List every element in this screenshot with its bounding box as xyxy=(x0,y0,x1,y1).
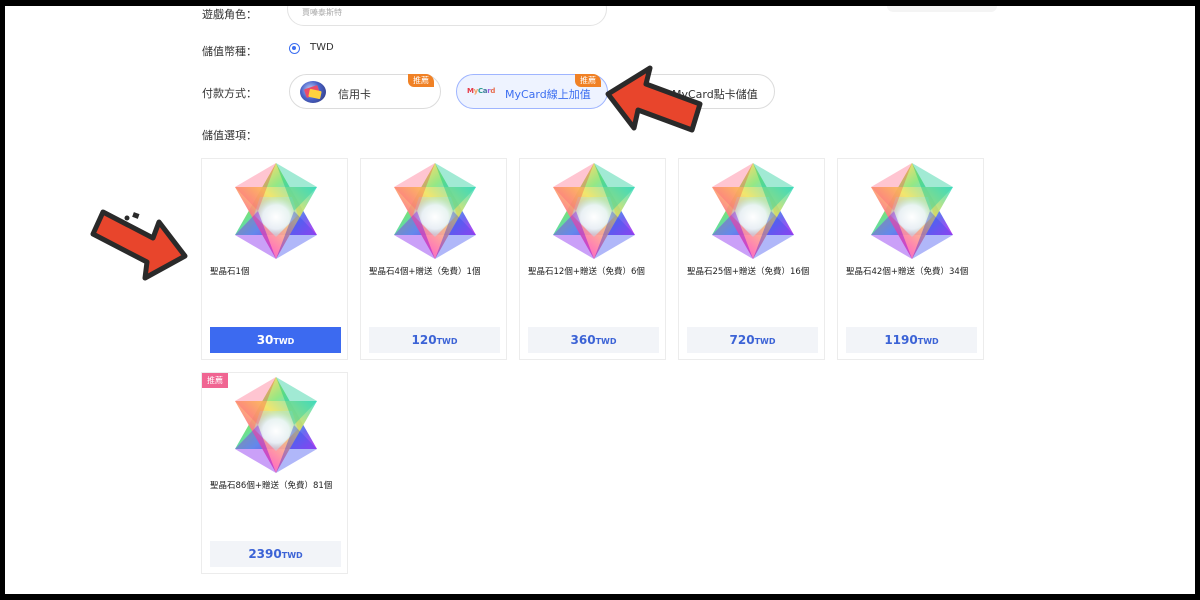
saint-quartz-icon xyxy=(871,163,953,259)
role-input[interactable]: 賈嗪泰斯特 xyxy=(287,6,607,26)
package-name: 聖晶石12個+贈送（免費）6個 xyxy=(528,267,645,277)
price-button[interactable]: 30TWD xyxy=(210,327,341,353)
recommend-badge: 推薦 xyxy=(202,373,228,388)
mycard-logo-icon: MyCard xyxy=(467,87,496,95)
pay-option-label: 信用卡 xyxy=(338,88,371,101)
package-card[interactable]: 聖晶石12個+贈送（免費）6個 360TWD xyxy=(519,158,666,360)
top-right-element xyxy=(887,6,997,12)
price-button[interactable]: 1190TWD xyxy=(846,327,977,353)
payment-label: 付款方式： xyxy=(202,87,257,100)
saint-quartz-icon xyxy=(235,377,317,473)
recommend-badge: 推薦 xyxy=(408,74,434,87)
package-card[interactable]: 推薦 聖晶石86個+贈送（免費）81個 2390TWD xyxy=(201,372,348,574)
currency-value: TWD xyxy=(310,42,334,53)
recommend-badge: 推薦 xyxy=(575,74,601,87)
price-button[interactable]: 120TWD xyxy=(369,327,500,353)
payment-page: 遊戲角色： 賈嗪泰斯特 儲值幣種： TWD 付款方式： 信用卡 推薦 MyCar… xyxy=(5,6,1195,594)
pointer-arrow-icon xyxy=(605,65,703,133)
currency-label: 儲值幣種： xyxy=(202,45,257,58)
package-card[interactable]: 聖晶石25個+贈送（免費）16個 720TWD xyxy=(678,158,825,360)
saint-quartz-icon xyxy=(394,163,476,259)
package-card[interactable]: 聖晶石1個 30TWD xyxy=(201,158,348,360)
credit-card-icon xyxy=(300,81,326,103)
package-card[interactable]: 聖晶石4個+贈送（免費）1個 120TWD xyxy=(360,158,507,360)
currency-radio[interactable] xyxy=(289,43,300,54)
price-button[interactable]: 720TWD xyxy=(687,327,818,353)
saint-quartz-icon xyxy=(235,163,317,259)
pay-option-mycard-online[interactable]: MyCard MyCard線上加值 推薦 xyxy=(456,74,608,109)
pointer-arrow-icon xyxy=(90,209,188,281)
package-name: 聖晶石42個+贈送（免費）34個 xyxy=(846,267,969,277)
pay-option-label: MyCard線上加值 xyxy=(505,88,591,101)
package-name: 聖晶石25個+贈送（免費）16個 xyxy=(687,267,810,277)
saint-quartz-icon xyxy=(712,163,794,259)
options-label: 儲值選項： xyxy=(202,129,257,142)
price-button[interactable]: 2390TWD xyxy=(210,541,341,567)
pay-option-credit-card[interactable]: 信用卡 推薦 xyxy=(289,74,441,109)
package-card[interactable]: 聖晶石42個+贈送（免費）34個 1190TWD xyxy=(837,158,984,360)
role-label: 遊戲角色： xyxy=(202,8,257,21)
price-button[interactable]: 360TWD xyxy=(528,327,659,353)
package-name: 聖晶石86個+贈送（免費）81個 xyxy=(210,481,333,491)
package-name: 聖晶石4個+贈送（免費）1個 xyxy=(369,267,481,277)
saint-quartz-icon xyxy=(553,163,635,259)
package-name: 聖晶石1個 xyxy=(210,267,250,277)
